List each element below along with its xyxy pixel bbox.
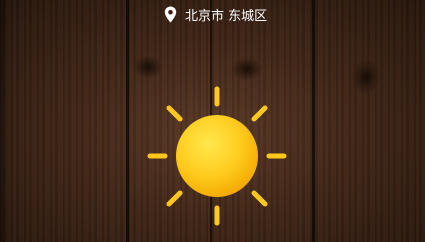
wood-knot bbox=[232, 58, 262, 80]
sun-core bbox=[176, 115, 258, 197]
location-pin-icon bbox=[164, 6, 177, 22]
location-bar[interactable]: 北京市 东城区 bbox=[164, 3, 267, 25]
wood-knot bbox=[134, 56, 162, 78]
weather-screen: 北京市 东城区 bbox=[0, 0, 425, 242]
location-label: 北京市 东城区 bbox=[185, 8, 268, 24]
wood-knot bbox=[352, 60, 380, 94]
sun-icon bbox=[147, 86, 287, 226]
